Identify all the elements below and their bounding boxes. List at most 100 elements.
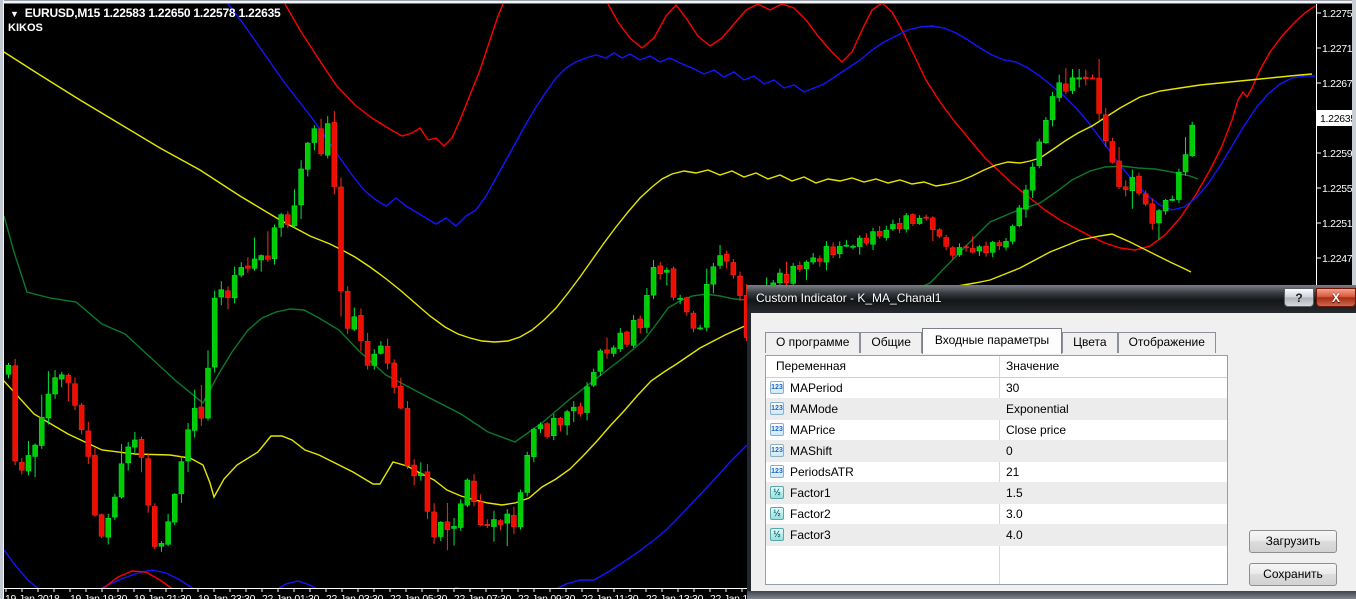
candle-down xyxy=(345,291,350,328)
tab-отображение[interactable]: Отображение xyxy=(1118,332,1216,353)
dialog-tabs: О программеОбщиеВходные параметрыЦветаОт… xyxy=(765,327,1216,353)
price-label: 1.22555 xyxy=(1322,183,1356,195)
candle-up xyxy=(678,298,683,299)
candle-up xyxy=(179,462,184,494)
candle-up xyxy=(1023,190,1028,209)
candle-up xyxy=(126,447,131,463)
tab-входные-параметры[interactable]: Входные параметры xyxy=(922,328,1062,354)
price-label: 1.22715 xyxy=(1322,43,1356,55)
candle-up xyxy=(1156,211,1161,223)
time-label: 22 Jan 11:30 xyxy=(582,593,639,599)
candle-up xyxy=(777,273,782,283)
candle-up xyxy=(804,262,809,269)
tab-цвета[interactable]: Цвета xyxy=(1062,332,1117,353)
price-label: 1.22595 xyxy=(1322,148,1356,160)
save-button[interactable]: Сохранить xyxy=(1249,563,1337,586)
table-row-mamode[interactable]: 123 MAMode Exponential xyxy=(766,399,1227,420)
table-row-factor1[interactable]: ½Factor11.5 xyxy=(766,483,1227,504)
candle-up xyxy=(172,494,177,522)
price-label: 1.22515 xyxy=(1322,218,1356,230)
candle-up xyxy=(591,372,596,385)
candle-down xyxy=(146,459,151,506)
param-value[interactable]: Exponential xyxy=(1006,402,1069,416)
close-button[interactable]: X xyxy=(1316,288,1356,307)
candle-up xyxy=(6,365,11,374)
candle-down xyxy=(265,256,270,259)
window-border-top xyxy=(0,0,1356,4)
candle-up xyxy=(458,504,463,528)
tab-о-программе[interactable]: О программе xyxy=(765,332,860,353)
candle-up xyxy=(531,429,536,457)
candle-down xyxy=(1137,176,1142,193)
candle-up xyxy=(312,129,317,143)
candle-down xyxy=(152,507,157,547)
param-value[interactable]: 0 xyxy=(1006,444,1013,458)
candle-up xyxy=(1130,177,1135,190)
dialog-body: О программеОбщиеВходные параметрыЦветаОт… xyxy=(751,313,1356,591)
dialog-title: Custom Indicator - K_MA_Chanal1 xyxy=(756,291,941,305)
table-rows: 123MAPeriod30 123 MAMode Exponential 123MAPr… xyxy=(766,378,1227,546)
param-value[interactable]: 21 xyxy=(1006,465,1019,479)
param-value[interactable]: Close price xyxy=(1006,423,1066,437)
table-row-factor2[interactable]: ½Factor23.0 xyxy=(766,504,1227,525)
param-value[interactable]: 1.5 xyxy=(1006,486,1023,500)
candle-up xyxy=(325,124,330,156)
candle-down xyxy=(658,266,663,274)
candle-up xyxy=(1070,78,1075,91)
candle-down xyxy=(511,515,516,526)
param-value[interactable]: 30 xyxy=(1006,381,1019,395)
candle-up xyxy=(851,246,856,247)
candle-down xyxy=(738,276,743,296)
help-button[interactable]: ? xyxy=(1284,288,1314,307)
load-button[interactable]: Загрузить xyxy=(1249,530,1337,553)
time-label: 22 Jan 09:30 xyxy=(518,593,576,599)
table-row-maprice[interactable]: 123MAPriceClose price xyxy=(766,420,1227,441)
table-row-mashift[interactable]: 123MAShift0 xyxy=(766,441,1227,462)
candle-up xyxy=(166,522,171,545)
candle-down xyxy=(86,431,91,457)
time-label: 22 Jan 13:30 xyxy=(646,593,704,599)
candle-down xyxy=(930,218,935,230)
candle-up xyxy=(1190,125,1195,156)
candle-down xyxy=(199,407,204,418)
candle-up xyxy=(585,387,590,413)
candle-down xyxy=(99,515,104,537)
param-name: MAMode xyxy=(790,402,838,416)
candle-down xyxy=(405,408,410,465)
table-row-factor3[interactable]: ½Factor34.0 xyxy=(766,525,1227,546)
candle-up xyxy=(1077,78,1082,79)
candle-down xyxy=(910,215,915,224)
window-border-left xyxy=(0,0,4,599)
dialog-titlebar[interactable]: Custom Indicator - K_MA_Chanal1 ? X xyxy=(747,285,1356,313)
param-value[interactable]: 3.0 xyxy=(1006,507,1023,521)
candle-up xyxy=(239,267,244,275)
candle-up xyxy=(518,493,523,527)
candle-up xyxy=(977,247,982,251)
candle-down xyxy=(245,266,250,268)
table-row-maperiod[interactable]: 123MAPeriod30 xyxy=(766,378,1227,399)
candle-up xyxy=(438,522,443,536)
candle-up xyxy=(990,242,995,252)
integer-param-icon: 123 xyxy=(770,402,784,415)
candle-up xyxy=(1183,155,1188,172)
param-value[interactable]: 4.0 xyxy=(1006,528,1023,542)
candle-down xyxy=(545,424,550,437)
candle-down xyxy=(1103,115,1108,141)
candle-down xyxy=(285,215,290,225)
tab-общие[interactable]: Общие xyxy=(860,332,921,353)
mt4-chart-window: 1.227551.227151.226751.226351.225951.225… xyxy=(0,0,1356,599)
candle-up xyxy=(711,267,716,285)
candle-up xyxy=(159,543,164,546)
time-label: 22 Jan 07:30 xyxy=(454,593,512,599)
candle-down xyxy=(319,129,324,154)
candle-up xyxy=(232,275,237,298)
candle-down xyxy=(877,231,882,236)
candle-down xyxy=(724,254,729,261)
table-row-periodsatr[interactable]: 123PeriodsATR21 xyxy=(766,462,1227,483)
candle-down xyxy=(19,462,24,470)
candle-up xyxy=(837,246,842,253)
candle-down xyxy=(784,274,789,282)
candle-down xyxy=(970,248,975,252)
symbol-ohlc-line: ▼EURUSD,M15 1.22583 1.22650 1.22578 1.22… xyxy=(10,6,281,20)
chevron-down-icon: ▼ xyxy=(10,9,19,19)
